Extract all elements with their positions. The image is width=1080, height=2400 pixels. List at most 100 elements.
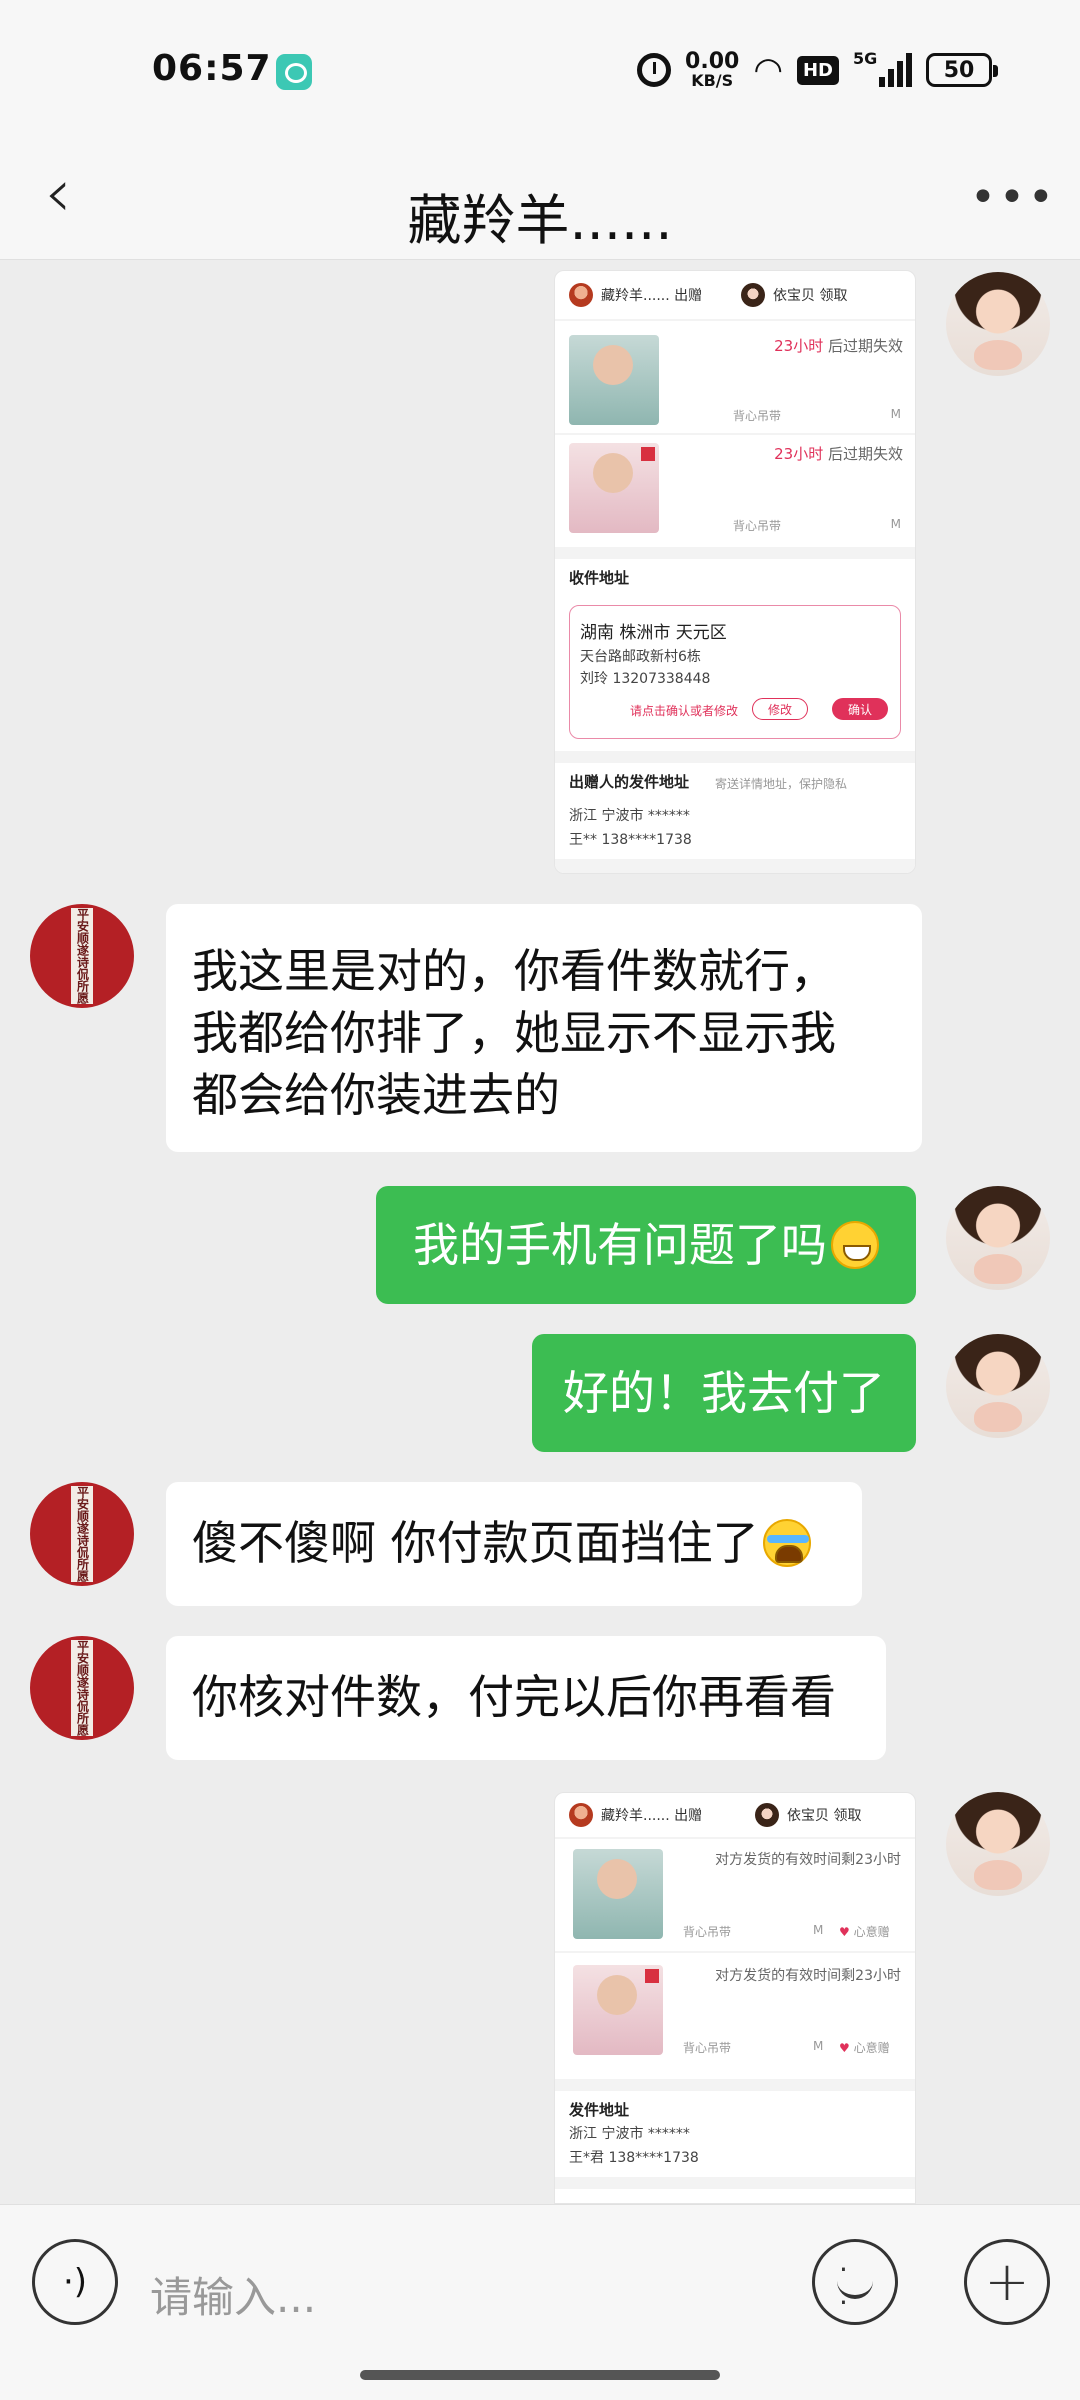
divider [555, 1951, 915, 1953]
crying-laughing-emoji-icon [762, 1519, 811, 1567]
shot-receiver: 依宝贝 领取 [741, 283, 847, 307]
address-hint: 请点击确认或者修改 [630, 704, 739, 718]
order-screenshot-image[interactable]: 藏羚羊...... 出赠 依宝贝 领取 23小时 后过期失效 背心吊带 M 23… [554, 270, 916, 874]
sender-address-title: 出赠人的发件地址 [569, 773, 690, 791]
modify-button: 修改 [752, 698, 808, 720]
self-avatar[interactable] [946, 272, 1050, 376]
ship-address-contact: 王*君 138****1738 [569, 2150, 699, 2166]
message-bubble-3[interactable]: 好的！我去付了 [532, 1334, 916, 1452]
item-name-1: 背心吊带 [733, 409, 782, 423]
message-bubble-4[interactable]: 傻不傻啊 你付款页面挡住了 [166, 1482, 862, 1606]
message-text-5: 你核对件数，付完以后你再看看 [192, 1670, 836, 1724]
product-thumb-1 [573, 1849, 663, 1939]
address-box: 湖南 株洲市 天元区 天台路邮政新村6栋 刘玲 13207338448 请点击确… [569, 605, 901, 739]
self-avatar[interactable] [946, 1334, 1050, 1438]
more-actions-plus-button[interactable]: + [964, 2239, 1050, 2325]
section-gap [555, 547, 915, 559]
message-text-2: 我的手机有问题了吗 [413, 1218, 827, 1272]
item-name-2: 背心吊带 [683, 2041, 732, 2055]
message-text-1c: 都会给你装进去的 [192, 1068, 560, 1122]
shot-receiver: 依宝贝 领取 [755, 1803, 861, 1827]
receiver-mini-avatar [755, 1803, 779, 1827]
emoji-face-icon [833, 2253, 877, 2319]
shot-sender: 藏羚羊...... 出赠 [569, 1803, 702, 1827]
item-name-2: 背心吊带 [733, 519, 782, 533]
address-contact: 刘玲 13207338448 [580, 671, 711, 687]
message-text-3: 好的！我去付了 [563, 1366, 885, 1420]
item-size-1: M [890, 407, 901, 421]
confirm-button: 确认 [832, 698, 888, 720]
shot-sender-name: 藏羚羊...... 出赠 [601, 1808, 703, 1824]
seal-strip: 平安顺遂诗侃所愿 [71, 1486, 93, 1582]
battery-level: 50 [943, 57, 975, 83]
seal-text: 平安顺遂诗侃所愿 [75, 908, 90, 1004]
seal-text: 平安顺遂诗侃所愿 [75, 1640, 90, 1736]
section-gap [555, 2079, 915, 2091]
shot-sender: 藏羚羊...... 出赠 [569, 283, 702, 307]
emoji-button[interactable] [812, 2239, 898, 2325]
ship-address-title: 发件地址 [569, 2101, 630, 2119]
countdown-1: 23小时 后过期失效 [774, 337, 903, 355]
product-thumb-2 [569, 443, 659, 533]
voice-wave-icon: ·) [62, 2262, 88, 2302]
countdown-2: 23小时 后过期失效 [774, 445, 903, 463]
sender-mini-avatar [569, 283, 593, 307]
hd-badge: HD [796, 55, 839, 85]
item-size-2: M [813, 2039, 824, 2053]
message-bubble-2[interactable]: 我的手机有问题了吗 [376, 1186, 916, 1304]
voice-input-button[interactable]: ·) [32, 2239, 118, 2325]
item-size-1: M [813, 1923, 824, 1937]
net-speed-unit: KB/S [691, 70, 734, 90]
receiver-mini-avatar [741, 283, 765, 307]
contact-avatar[interactable]: 平安顺遂诗侃所愿 [30, 1636, 134, 1740]
more-options-icon[interactable]: ••• [970, 176, 1054, 220]
message-bubble-1[interactable]: 我这里是对的，你看件数就行， 我都给你排了，她显示不显示我 都会给你装进去的 [166, 904, 922, 1152]
divider [555, 433, 915, 435]
message-text-1b: 我都给你排了，她显示不显示我 [192, 1006, 836, 1060]
message-text-1a: 我这里是对的，你看件数就行， [192, 944, 836, 998]
shot-receiver-name: 依宝贝 领取 [787, 1808, 862, 1824]
item-name-1: 背心吊带 [683, 1925, 732, 1939]
home-indicator[interactable] [360, 2370, 720, 2380]
sender-address-contact: 王** 138****1738 [569, 832, 692, 848]
contact-avatar[interactable]: 平安顺遂诗侃所愿 [30, 1482, 134, 1586]
signal-icon: 5G [853, 49, 912, 87]
net-speed: 0.00 KB/S [685, 51, 739, 90]
self-avatar[interactable] [946, 1792, 1050, 1896]
message-text-4: 傻不傻啊 你付款页面挡住了 [192, 1516, 759, 1570]
signal-label: 5G [853, 49, 878, 68]
contact-avatar[interactable]: 平安顺遂诗侃所愿 [30, 904, 134, 1008]
grin-emoji-icon [831, 1221, 879, 1269]
order-screenshot-image-2[interactable]: 藏羚羊...... 出赠 依宝贝 领取 对方发货的有效时间剩23小时 背心吊带 … [554, 1792, 916, 2204]
sender-address-hint: 寄送详情地址，保护隐私 [715, 777, 848, 791]
message-bubble-5[interactable]: 你核对件数，付完以后你再看看 [166, 1636, 886, 1760]
chat-app-icon [276, 54, 312, 90]
section-gap [555, 751, 915, 763]
item-size-2: M [890, 517, 901, 531]
ship-note-2: 对方发货的有效时间剩23小时 [715, 1968, 901, 1984]
sender-mini-avatar [569, 1803, 593, 1827]
ship-note-1: 对方发货的有效时间剩23小时 [715, 1852, 901, 1868]
sender-address-region: 浙江 宁波市 ****** [569, 808, 690, 824]
message-input[interactable] [150, 2267, 750, 2327]
status-bar: 06:57 0.00 KB/S ◠ HD 5G 50 [0, 0, 1080, 140]
battery-icon: 50 [926, 53, 998, 87]
product-thumb-2 [573, 1965, 663, 2055]
status-time: 06:57 [152, 48, 272, 89]
section-gap [555, 859, 915, 873]
shot-receiver-name: 依宝贝 领取 [773, 288, 848, 304]
gift-tag-1: ♥ 心意赠 [839, 1925, 890, 1939]
gift-tag-2: ♥ 心意赠 [839, 2041, 890, 2055]
self-avatar[interactable] [946, 1186, 1050, 1290]
seal-strip: 平安顺遂诗侃所愿 [71, 1640, 93, 1736]
status-icons: 0.00 KB/S ◠ HD 5G 50 [637, 48, 998, 92]
shot-sender-name: 藏羚羊...... 出赠 [601, 288, 703, 304]
address-region: 湖南 株洲市 天元区 [580, 623, 727, 643]
seal-text: 平安顺遂诗侃所愿 [75, 1486, 90, 1582]
product-thumb-1 [569, 335, 659, 425]
alarm-icon [637, 53, 672, 87]
divider [555, 1837, 915, 1839]
chat-title: 藏羚羊...... [407, 189, 673, 252]
chat-header: ‹ 藏羚羊...... ••• [0, 140, 1080, 260]
wifi-icon: ◠ [753, 50, 783, 90]
